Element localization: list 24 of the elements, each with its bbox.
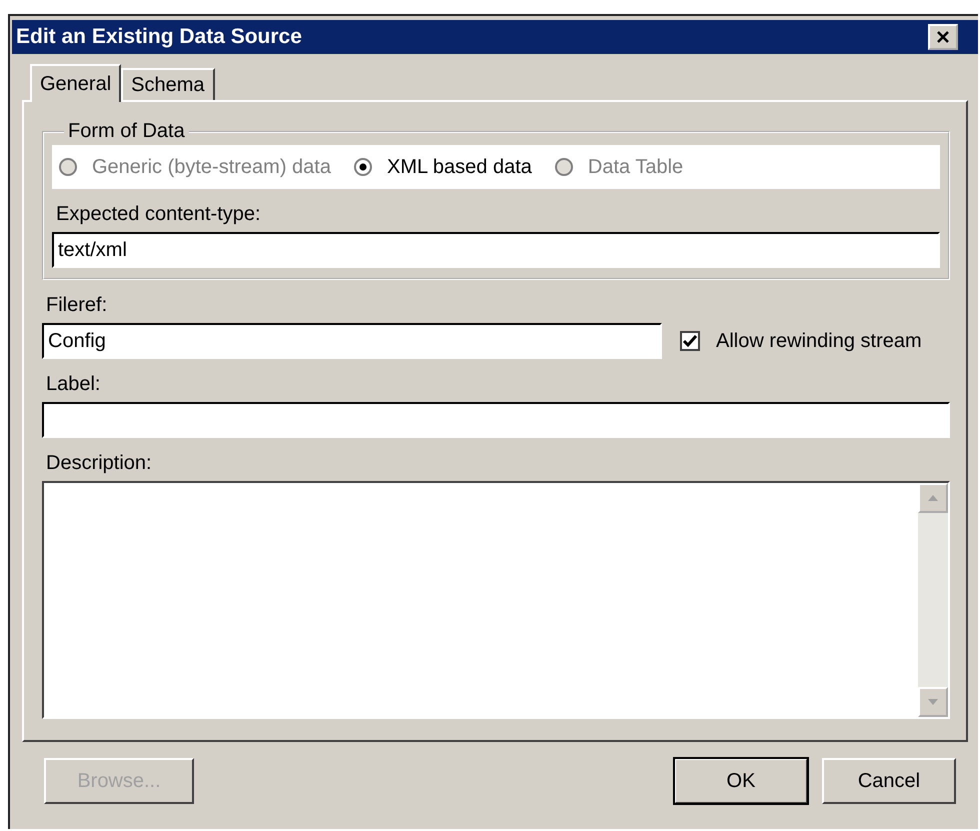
window-title: Edit an Existing Data Source xyxy=(15,25,302,49)
radio-button[interactable] xyxy=(352,157,373,177)
input-field[interactable]: Config xyxy=(42,323,662,359)
scroll-down-button[interactable] xyxy=(918,687,948,717)
group-title: Form of Data xyxy=(67,120,186,143)
up-arrow-icon xyxy=(928,495,938,501)
field-label: Expected content-type: xyxy=(56,203,262,226)
dialog-button[interactable]: OK xyxy=(674,758,808,804)
radio-option[interactable]: XML based data xyxy=(352,156,532,178)
scroll-up-button[interactable] xyxy=(918,483,948,513)
checkbox[interactable] xyxy=(680,331,700,351)
input-field[interactable]: text/xml xyxy=(52,232,940,268)
down-arrow-icon xyxy=(928,699,938,705)
dialog-button[interactable]: Cancel xyxy=(822,758,956,804)
field-label: Description: xyxy=(46,452,153,475)
tab[interactable]: General xyxy=(30,64,122,102)
field-label: Fileref: xyxy=(46,294,108,317)
checkbox-option[interactable]: Allow rewinding stream xyxy=(680,330,922,352)
scrollbar[interactable] xyxy=(918,483,948,717)
tab[interactable]: Schema xyxy=(121,68,215,100)
input-field[interactable] xyxy=(42,402,950,438)
close-button[interactable] xyxy=(928,24,958,50)
field-label: Label: xyxy=(46,373,102,396)
close-icon xyxy=(936,30,950,44)
